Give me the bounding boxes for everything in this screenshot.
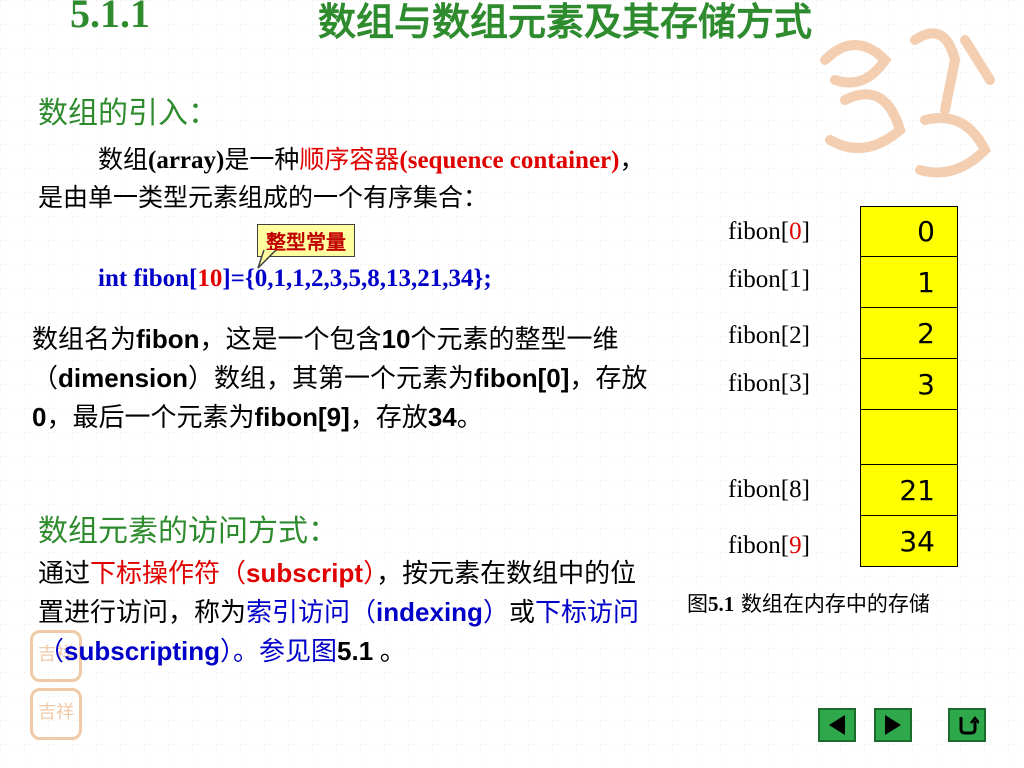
mem-label-index: 1	[789, 266, 802, 293]
return-arrow-icon	[959, 715, 979, 735]
description-paragraph: 数组名为fibon，这是一个包含10个元素的整型一维（dimension）数组，…	[32, 320, 672, 437]
access-text: ）。参见图	[220, 637, 338, 666]
desc-ten: 10	[381, 324, 411, 354]
section-number: 5.1.1	[70, 0, 150, 36]
access-blue: 索引访问（	[246, 598, 377, 627]
intro-red-term: 顺序容器	[299, 147, 400, 174]
access-subscript: subscript	[246, 558, 364, 588]
caption-text: 数组在内存中的存储	[734, 592, 930, 616]
intro-text: 是一种	[224, 147, 300, 174]
intro-array-term: (array)	[148, 147, 225, 174]
seal-mark: 吉祥	[30, 688, 82, 740]
access-red: ）	[363, 559, 377, 588]
mem-label-suffix: ]	[801, 322, 810, 349]
mem-label-index: 3	[789, 370, 802, 397]
triangle-right-icon	[885, 715, 901, 735]
code-declaration: int fibon[10]={0,1,1,2,3,5,8,13,21,34};	[98, 265, 492, 293]
access-text: 。	[373, 637, 406, 666]
mem-label-prefix: fibon[	[728, 532, 790, 559]
access-heading: 数组元素的访问方式：	[38, 514, 338, 549]
caption-number: 5.1	[708, 592, 735, 616]
memory-cell-ellipsis	[860, 410, 958, 465]
mem-label-fibon9: fibon[9]	[728, 532, 810, 560]
intro-red-term-en: (sequence container)	[399, 147, 620, 174]
mem-label-suffix: ]	[801, 370, 810, 397]
mem-label-suffix: ]	[801, 476, 810, 503]
code-post: ]={0,1,1,2,3,5,8,13,21,34};	[222, 265, 492, 292]
desc-34: 34	[427, 402, 457, 432]
access-fig-ref: 5.1	[337, 636, 374, 666]
mem-label-fibon1: fibon[1]	[728, 266, 810, 294]
code-size: 10	[197, 265, 223, 292]
return-button[interactable]	[948, 708, 986, 742]
mem-label-index: 8	[789, 476, 802, 503]
mem-label-prefix: fibon[	[728, 476, 790, 503]
prev-slide-button[interactable]	[818, 708, 856, 742]
intro-heading: 数组的引入：	[38, 96, 218, 131]
mem-label-prefix: fibon[	[728, 370, 790, 397]
next-slide-button[interactable]	[874, 708, 912, 742]
mem-label-fibon0: fibon[0]	[728, 218, 810, 246]
desc-text: ，存放	[569, 364, 648, 393]
access-blue: ）	[482, 598, 509, 627]
mem-label-fibon2: fibon[2]	[728, 322, 810, 350]
caption-prefix: 图	[687, 592, 708, 616]
access-red: 下标操作符（	[90, 559, 247, 588]
memory-cell: 21	[860, 465, 958, 516]
mem-label-prefix: fibon[	[728, 218, 790, 245]
access-blue: （	[38, 637, 65, 666]
mem-label-suffix: ]	[801, 266, 810, 293]
code-pre: int fibon[	[98, 265, 198, 292]
mem-label-suffix: ]	[801, 218, 810, 245]
mem-label-fibon8: fibon[8]	[728, 476, 810, 504]
mem-label-index: 2	[789, 322, 802, 349]
mem-label-prefix: fibon[	[728, 322, 790, 349]
desc-zero: 0	[32, 402, 47, 432]
mem-label-prefix: fibon[	[728, 266, 790, 293]
desc-text: 数组名为	[32, 325, 137, 354]
desc-text: ，这是一个包含	[199, 325, 382, 354]
desc-fibon0: fibon[0]	[474, 363, 570, 393]
desc-dimension: dimension	[58, 363, 189, 393]
intro-paragraph: 数组(array)是一种顺序容器(sequence container)，是由单…	[38, 142, 668, 218]
mem-label-fibon3: fibon[3]	[728, 370, 810, 398]
mem-label-index: 0	[789, 218, 802, 245]
mem-label-index: 9	[789, 532, 802, 559]
triangle-left-icon	[829, 715, 845, 735]
memory-cell: 3	[860, 359, 958, 410]
page-title: 数组与数组元素及其存储方式	[317, 0, 812, 44]
memory-cell: 1	[860, 257, 958, 308]
desc-text: 。	[456, 403, 483, 432]
access-text: 通过	[38, 559, 91, 588]
access-indexing: indexing	[376, 597, 483, 627]
desc-fibon9: fibon[9]	[254, 402, 350, 432]
desc-fibon: fibon	[136, 324, 200, 354]
access-blue: 下标访问	[534, 598, 639, 627]
memory-cell: 34	[860, 516, 958, 567]
memory-cell: 0	[860, 206, 958, 257]
desc-text: ）数组，其第一个元素为	[188, 364, 475, 393]
memory-cell: 2	[860, 308, 958, 359]
figure-caption: 图5.1 数组在内存中的存储	[687, 588, 930, 618]
access-text: 或	[508, 598, 535, 627]
desc-text: ，存放	[349, 403, 428, 432]
access-paragraph: 通过下标操作符（subscript），按元素在数组中的位置进行访问，称为索引访问…	[38, 554, 648, 671]
intro-text: 数组	[98, 147, 149, 174]
desc-text: ，最后一个元素为	[46, 403, 255, 432]
memory-table: 0 1 2 3 21 34	[860, 206, 958, 567]
mem-label-suffix: ]	[801, 532, 810, 559]
access-subscripting: subscripting	[64, 636, 221, 666]
